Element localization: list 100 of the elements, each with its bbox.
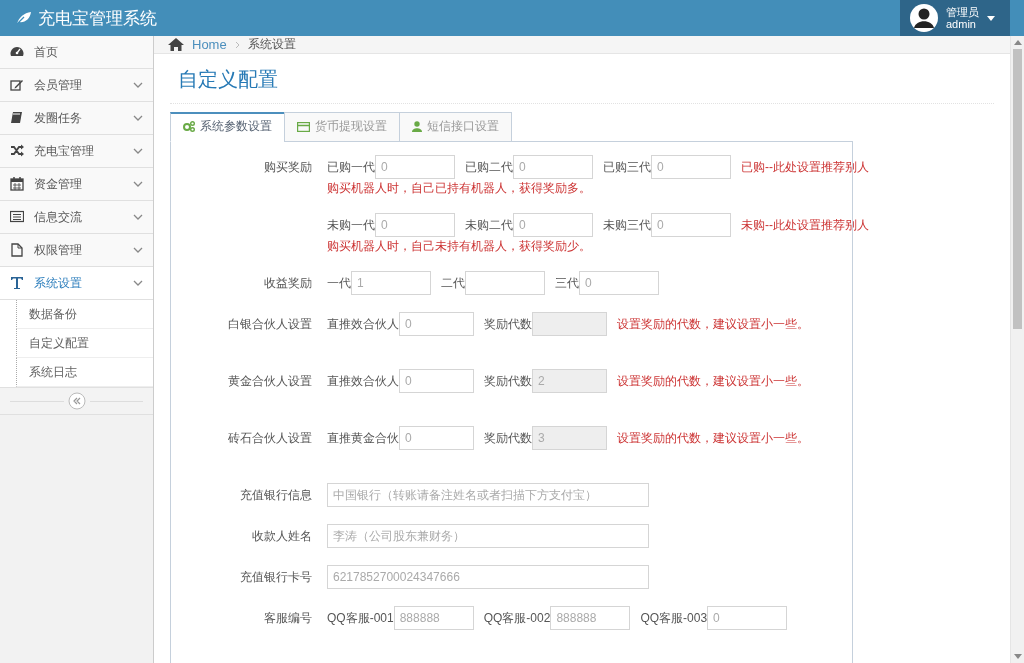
text-icon: [10, 276, 24, 290]
caret-icon: [987, 15, 995, 21]
user-role: 管理员: [946, 6, 979, 18]
shuffle-icon: [10, 144, 24, 158]
scroll-up-icon[interactable]: [1013, 40, 1022, 45]
field-label: 已购三代: [603, 158, 651, 176]
input-field[interactable]: 0: [707, 606, 788, 630]
field-label: 白银合伙人设置: [228, 317, 312, 331]
edit-icon: [10, 78, 24, 92]
field-label: QQ客服-003: [640, 609, 708, 627]
submenu-item[interactable]: 自定义配置: [16, 329, 153, 358]
field-label: 收款人姓名: [252, 529, 312, 543]
tab[interactable]: 系统参数设置: [170, 112, 285, 142]
hint-text: 设置奖励的代数，建议设置小一些。: [617, 429, 809, 447]
nav-item[interactable]: 权限管理: [0, 234, 153, 267]
field-label: 未购三代: [603, 216, 651, 234]
field-label: 三代: [555, 274, 579, 292]
leaf-icon: [16, 11, 32, 25]
nav-item[interactable]: 充电宝管理: [0, 135, 153, 168]
field-label: 收益奖励: [264, 276, 312, 290]
field-label: 充值银行卡号: [240, 570, 312, 584]
field-label: 未购二代: [465, 216, 513, 234]
field-label: QQ客服-002: [483, 609, 551, 627]
chevron-down-icon: [133, 148, 143, 154]
calendar-icon: [10, 177, 24, 191]
field-label: 黄金合伙人设置: [228, 374, 312, 388]
input-field[interactable]: 1: [351, 271, 431, 295]
input-field[interactable]: 0: [399, 369, 474, 393]
nav-item[interactable]: 资金管理: [0, 168, 153, 201]
submenu-item[interactable]: 数据备份: [16, 300, 153, 329]
collapse-icon[interactable]: [67, 392, 86, 410]
input-field[interactable]: 0: [375, 155, 455, 179]
hint-text: 设置奖励的代数，建议设置小一些。: [617, 372, 809, 390]
input-field[interactable]: 中国银行（转账请备注姓名或者扫描下方支付宝）: [327, 483, 649, 507]
chevron-down-icon: [133, 280, 143, 286]
nav-item[interactable]: 发圈任务: [0, 102, 153, 135]
chevron-down-icon: [133, 247, 143, 253]
card-icon: [297, 121, 310, 132]
nav-item[interactable]: 会员管理: [0, 69, 153, 102]
hint-text: 设置奖励的代数，建议设置小一些。: [617, 315, 809, 333]
user-name: admin: [946, 18, 977, 30]
input-field[interactable]: 0: [513, 213, 593, 237]
file-icon: [10, 243, 24, 257]
hint-text: 购买机器人时，自己未持有机器人，获得奖励少。: [327, 238, 592, 255]
input-field[interactable]: 0: [375, 213, 455, 237]
field-label: 一代: [327, 274, 351, 292]
field-label: 直推效合伙人: [327, 372, 399, 390]
field-label: 客服编号: [264, 611, 312, 625]
chevron-down-icon: [133, 82, 143, 88]
input-field[interactable]: 3: [532, 426, 607, 450]
chevron-down-icon: [133, 115, 143, 121]
user-icon: [412, 121, 422, 132]
user-menu[interactable]: 管理员 admin: [900, 0, 1010, 36]
hint-text: 已购--此处设置推荐别人: [741, 158, 869, 176]
input-field[interactable]: 0: [651, 155, 731, 179]
field-label: 直推效合伙人: [327, 315, 399, 333]
submenu-item[interactable]: 系统日志: [16, 358, 153, 387]
home-icon: [168, 38, 184, 51]
input-field[interactable]: [465, 271, 545, 295]
scrollbar-thumb[interactable]: [1013, 49, 1022, 329]
input-field[interactable]: 888888: [393, 606, 474, 630]
input-field[interactable]: 0: [399, 426, 474, 450]
chevron-right-icon: [234, 40, 240, 49]
field-label: 砖石合伙人设置: [228, 431, 312, 445]
app-title: 充电宝管理系统: [38, 7, 157, 30]
scroll-down-icon[interactable]: [1013, 654, 1022, 659]
field-label: 充值银行信息: [240, 488, 312, 502]
chevron-down-icon: [133, 214, 143, 220]
field-label: 直推黄金合伙: [327, 429, 399, 447]
input-field[interactable]: 6217852700024347666: [327, 565, 649, 589]
field-label: 已购二代: [465, 158, 513, 176]
gears-icon: [183, 121, 195, 132]
field-label: 未购一代: [327, 216, 375, 234]
book-icon: [10, 111, 24, 125]
field-label: 二代: [441, 274, 465, 292]
field-label: 奖励代数: [484, 315, 532, 333]
chevron-down-icon: [133, 181, 143, 187]
input-field[interactable]: 0: [651, 213, 731, 237]
list-icon: [10, 210, 24, 224]
input-field[interactable]: [532, 312, 607, 336]
field-label: 奖励代数: [484, 429, 532, 447]
dashboard-icon: [10, 45, 24, 59]
field-label: 已购一代: [327, 158, 375, 176]
avatar-icon: [910, 4, 938, 32]
input-field[interactable]: 0: [399, 312, 474, 336]
page-title: 自定义配置: [170, 54, 994, 104]
nav-item[interactable]: 系统设置: [0, 267, 153, 300]
input-field[interactable]: 李涛（公司股东兼财务）: [327, 524, 649, 548]
field-label: 购买奖励: [264, 160, 312, 174]
field-label: QQ客服-001: [327, 609, 394, 627]
breadcrumb-current: 系统设置: [247, 36, 296, 53]
input-field[interactable]: 2: [532, 369, 607, 393]
input-field[interactable]: 0: [513, 155, 593, 179]
input-field[interactable]: 0: [579, 271, 659, 295]
hint-text: 购买机器人时，自己已持有机器人，获得奖励多。: [327, 180, 592, 197]
field-label: 奖励代数: [484, 372, 532, 390]
input-field[interactable]: 888888: [550, 606, 631, 630]
nav-item[interactable]: 首页: [0, 36, 153, 69]
nav-item[interactable]: 信息交流: [0, 201, 153, 234]
hint-text: 未购--此处设置推荐别人: [741, 216, 869, 234]
